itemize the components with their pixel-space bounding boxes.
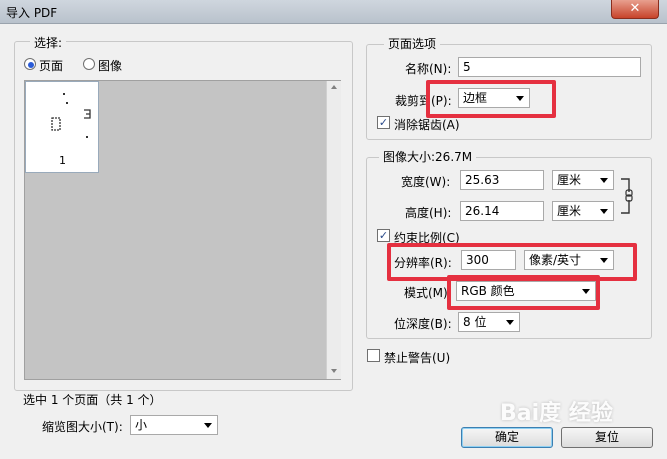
page-number: 1 <box>59 154 66 167</box>
chevron-down-icon <box>600 209 608 214</box>
constrain-checkbox[interactable]: ✓ <box>377 229 390 242</box>
chevron-down-icon <box>600 178 608 183</box>
preview-scrollbar[interactable] <box>326 81 341 379</box>
antialias-label: 消除锯齿(A) <box>394 118 460 132</box>
radio-page[interactable] <box>24 58 36 70</box>
radio-image[interactable] <box>83 58 95 70</box>
thumb-size-select[interactable]: 小 <box>130 415 218 435</box>
mode-highlight <box>447 275 600 310</box>
selection-status: 选中 1 个页面（共 1 个） <box>23 393 162 407</box>
image-size-legend: 图像大小:26.7M <box>379 148 477 165</box>
width-unit-select[interactable]: 厘米 <box>552 170 614 190</box>
page-thumbnail[interactable]: 1 <box>25 81 99 173</box>
bit-depth-value: 8 位 <box>463 315 487 329</box>
name-label: 名称(N): <box>405 62 452 76</box>
radio-image-label: 图像 <box>98 59 123 73</box>
height-unit-value: 厘米 <box>557 204 582 218</box>
chevron-down-icon <box>506 320 514 325</box>
thumb-size-label: 缩览图大小(T): <box>42 420 123 434</box>
width-label: 宽度(W): <box>401 175 451 189</box>
width-unit-value: 厘米 <box>557 173 582 187</box>
thumbnail-content-icon <box>51 93 91 138</box>
height-input[interactable]: 26.14 <box>460 201 544 221</box>
title-bar <box>0 0 667 24</box>
suppress-warnings-label: 禁止警告(U) <box>384 351 451 365</box>
suppress-warnings-checkbox[interactable] <box>367 349 380 362</box>
reset-button[interactable]: 复位 <box>561 427 653 448</box>
crop-highlight <box>426 80 556 118</box>
chevron-down-icon <box>204 423 212 428</box>
close-button[interactable]: ✕ <box>611 0 659 19</box>
scroll-down-icon[interactable] <box>331 369 337 373</box>
antialias-checkbox[interactable]: ✓ <box>377 116 390 129</box>
bit-depth-select[interactable]: 8 位 <box>458 312 520 332</box>
scroll-up-icon[interactable] <box>331 85 337 89</box>
radio-page-label: 页面 <box>39 59 64 73</box>
ok-button[interactable]: 确定 <box>461 427 553 448</box>
name-input[interactable]: 5 <box>458 57 641 77</box>
link-chain-icon[interactable] <box>619 176 639 216</box>
height-unit-select[interactable]: 厘米 <box>552 201 614 221</box>
bit-depth-label: 位深度(B): <box>394 317 452 331</box>
page-options-legend: 页面选项 <box>384 35 441 52</box>
mode-label: 模式(M): <box>404 286 452 300</box>
width-input[interactable]: 25.63 <box>460 170 544 190</box>
window-title: 导入 PDF <box>6 6 58 20</box>
thumb-size-value: 小 <box>135 418 148 432</box>
watermark: Bai度 经验 <box>500 401 613 426</box>
height-label: 高度(H): <box>405 206 452 220</box>
select-group-legend: 选择: <box>30 34 67 51</box>
